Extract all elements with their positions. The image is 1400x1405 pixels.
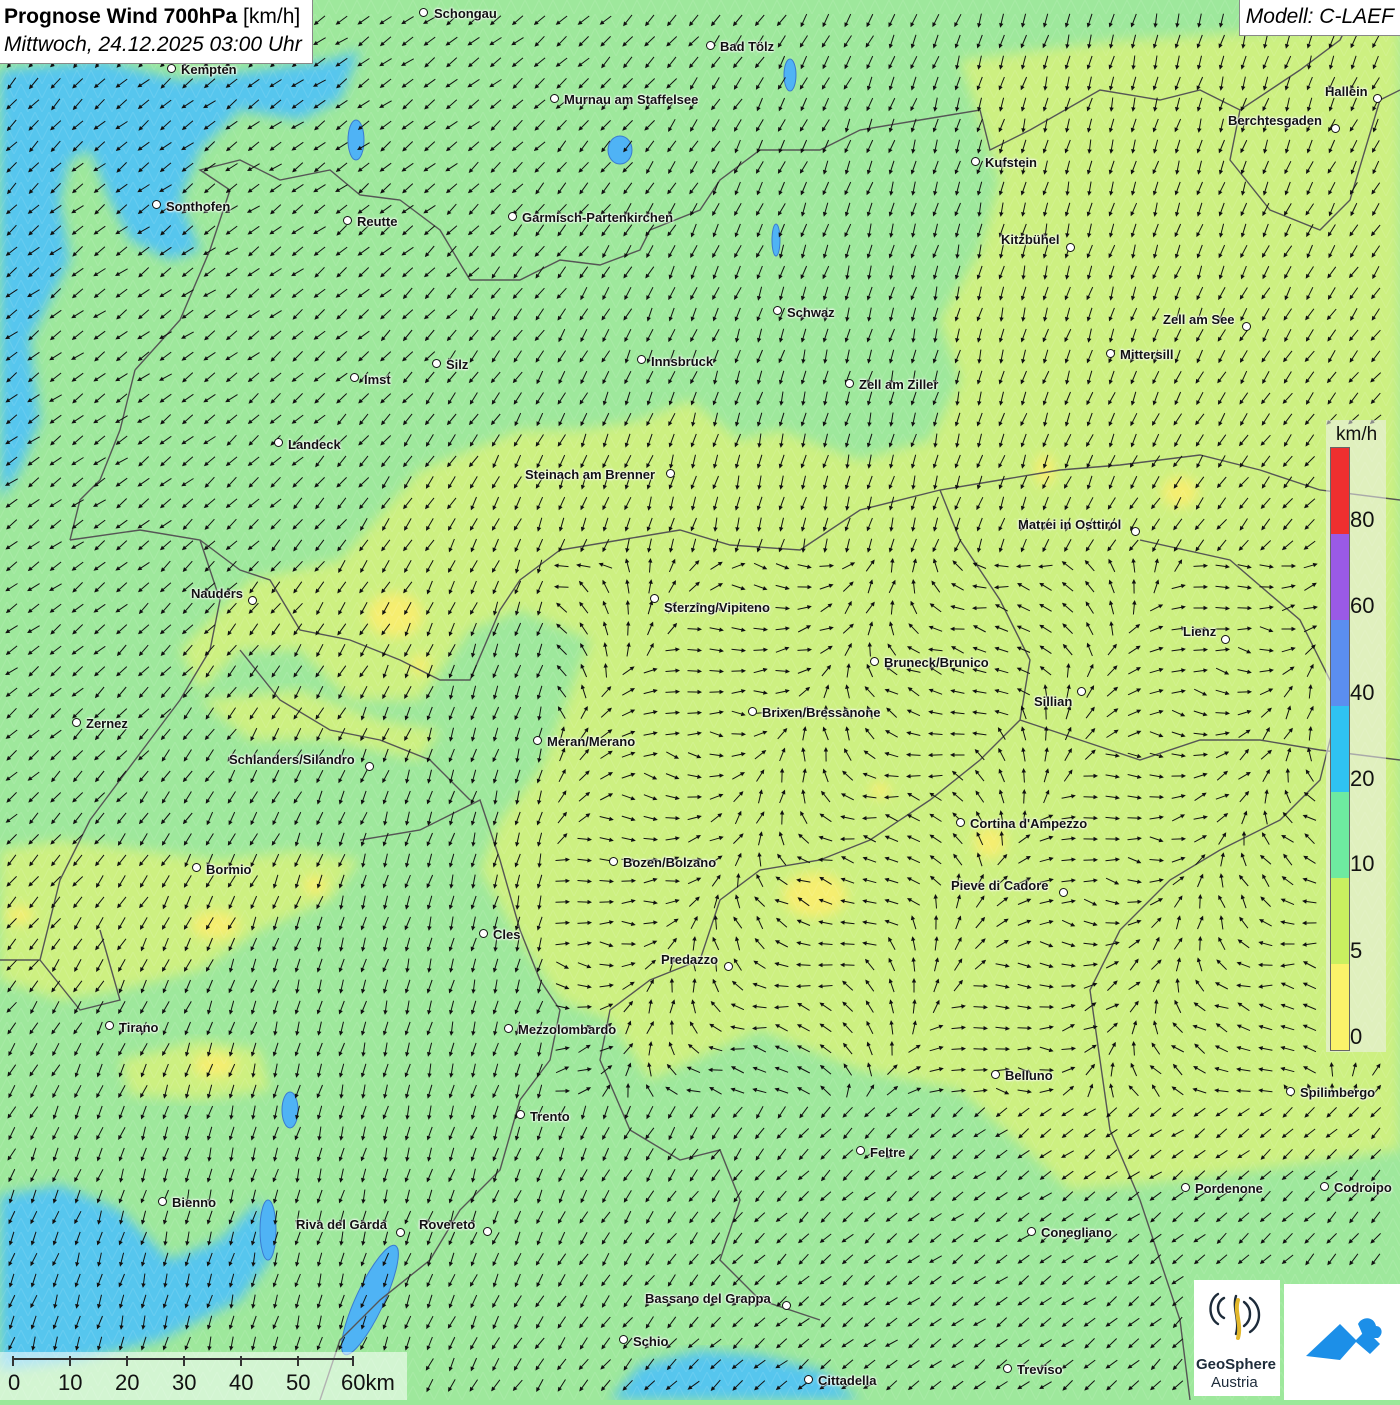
lake-achensee <box>772 224 780 256</box>
lake-forggensee <box>348 120 364 160</box>
lake-iseo <box>260 1200 276 1260</box>
lake-ammersee <box>608 136 632 164</box>
lake-kochelsee <box>784 59 796 91</box>
